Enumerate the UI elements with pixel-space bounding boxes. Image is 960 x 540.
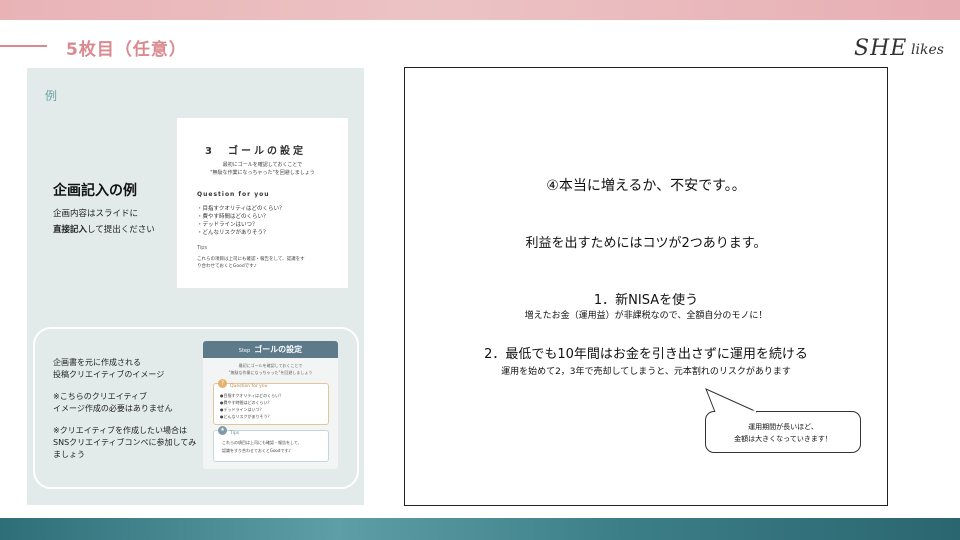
page-title: 5枚目（任意） [66, 40, 187, 60]
bubble-line2: 金額は大きくなっていきます！ [734, 435, 832, 443]
creative-image-mockup: Step ゴールの設定 最初にゴールを確認しておくことで "無駄な作業になっちゃっ… [203, 341, 338, 469]
speech-bubble: 運用期間が長いほど、 金額は大きくなっていきます！ [705, 411, 861, 453]
example-desc-line2: 直接記入して提出ください [53, 223, 155, 235]
creative-note-line7: ましょう [53, 450, 85, 459]
list-item: ・費やす時間はどのくらい？ [197, 214, 269, 220]
goal-card-question-label: Question for you [197, 191, 270, 198]
goal-card-tips-label: Tips [197, 245, 208, 251]
content-heading: ④本当に増えるか、不安です。。 [546, 178, 746, 194]
mockup-tips-label: Tips [230, 431, 240, 436]
content-slide-box: ④本当に増えるか、不安です。。 利益を出すためにはコツが2つあります。 1．新N… [404, 67, 888, 506]
goal-card-sub2: "無駄な作業になっちゃった"を回避しましょう [210, 170, 315, 176]
question-icon: ? [218, 379, 227, 388]
bubble-line1: 運用期間が長いほど、 [748, 423, 818, 431]
example-panel: 例 企画記入の例 企画内容はスライドに 直接記入して提出ください 3 ゴールの設… [27, 68, 364, 505]
creative-note-line5: ※クリエイティブを作成したい場合は [53, 426, 188, 435]
point2-description: 運用を始めて2，3年で売却してしまうと、元本割れのリスクがあります [501, 367, 791, 377]
top-decoration-bar [0, 0, 960, 20]
creative-note-line6: SNSクリエイティブコンペに参加してみ [53, 438, 197, 447]
logo-word: likes [911, 42, 944, 58]
list-item: ・デッドラインはいつ？ [197, 222, 258, 228]
list-item: ●目指すクオリティはどのくらい？ [220, 393, 284, 398]
mockup-tip1: これらの項目は上司にも確認・報告をして、 [222, 440, 302, 445]
mockup-tips-box: ★ Tips これらの項目は上司にも確認・報告をして、 認識をすり合わせておくと… [213, 426, 329, 462]
content-subheading: 利益を出すためにはコツが2つあります。 [525, 236, 767, 251]
list-item: ●どんなリスクがありそう？ [220, 414, 272, 419]
logo-script: SHE [854, 36, 908, 61]
mockup-sub2: "無駄な作業になっちゃった"を回避しましょう [228, 370, 313, 375]
point2-title: 2．最低でも10年間はお金を引き出さずに運用を続ける [484, 347, 808, 362]
creative-note-line2: 投稿クリエイティブのイメージ [53, 370, 165, 379]
list-item: ・目指すクオリティはどのくらい？ [197, 206, 285, 212]
list-item: ●費やす時間はどのくらい？ [220, 400, 272, 405]
title-accent-line [0, 45, 47, 47]
example-heading: 企画記入の例 [53, 183, 137, 199]
mockup-sub1: 最初にゴールを確認しておくことで [238, 363, 303, 368]
point1-description: 増えたお金（運用益）が非課税なので、全額自分のモノに！ [524, 311, 768, 321]
goal-card-tip2: り合わせておくとGoodです♪ [197, 264, 257, 269]
mockup-step-label: Step [238, 348, 251, 354]
mockup-title: ゴールの設定 [254, 345, 303, 354]
point1-title: 1．新NISAを使う [593, 293, 699, 308]
mockup-question-label: Question for you [230, 384, 268, 389]
goal-card-title: 3 ゴールの設定 [205, 146, 306, 157]
creative-note-line1: 企画書を元に作成される [53, 358, 141, 367]
star-icon: ★ [218, 426, 227, 435]
mockup-tip2: 認識をすり合わせておくとGoodです♪ [222, 448, 291, 453]
list-item: ●デッドラインはいつ？ [220, 407, 264, 412]
she-likes-logo: SHE likes [854, 36, 946, 66]
goal-card-tip1: これらの項目は上司にも確認・報告をして、認識をす [197, 257, 305, 262]
bottom-decoration-bar [0, 518, 960, 540]
mockup-question-box: ? Question for you ●目指すクオリティはどのくらい？ ●費やす… [213, 379, 329, 425]
creative-note-line4: イメージ作成の必要はありません [53, 404, 173, 413]
example-desc-rest: して提出ください [87, 225, 155, 235]
goal-card-sub1: 最初にゴールを確認しておくことで [222, 162, 303, 168]
list-item: ・どんなリスクがありそう？ [197, 230, 269, 236]
mockup-question-list: ●目指すクオリティはどのくらい？ ●費やす時間はどのくらい？ ●デッドラインはい… [220, 392, 283, 420]
example-label: 例 [45, 89, 58, 103]
mockup-header: Step ゴールの設定 [203, 341, 338, 358]
example-desc-bold: 直接記入 [53, 225, 88, 235]
goal-setting-card: 3 ゴールの設定 最初にゴールを確認しておくことで "無駄な作業になっちゃった"… [177, 118, 348, 288]
goal-card-question-list: ・目指すクオリティはどのくらい？ ・費やす時間はどのくらい？ ・デッドラインはい… [197, 205, 285, 237]
example-desc-line1: 企画内容はスライドに [53, 209, 139, 219]
creative-note-line3: ※こちらのクリエイティブ [53, 392, 148, 401]
speech-bubble-tail [705, 388, 758, 413]
